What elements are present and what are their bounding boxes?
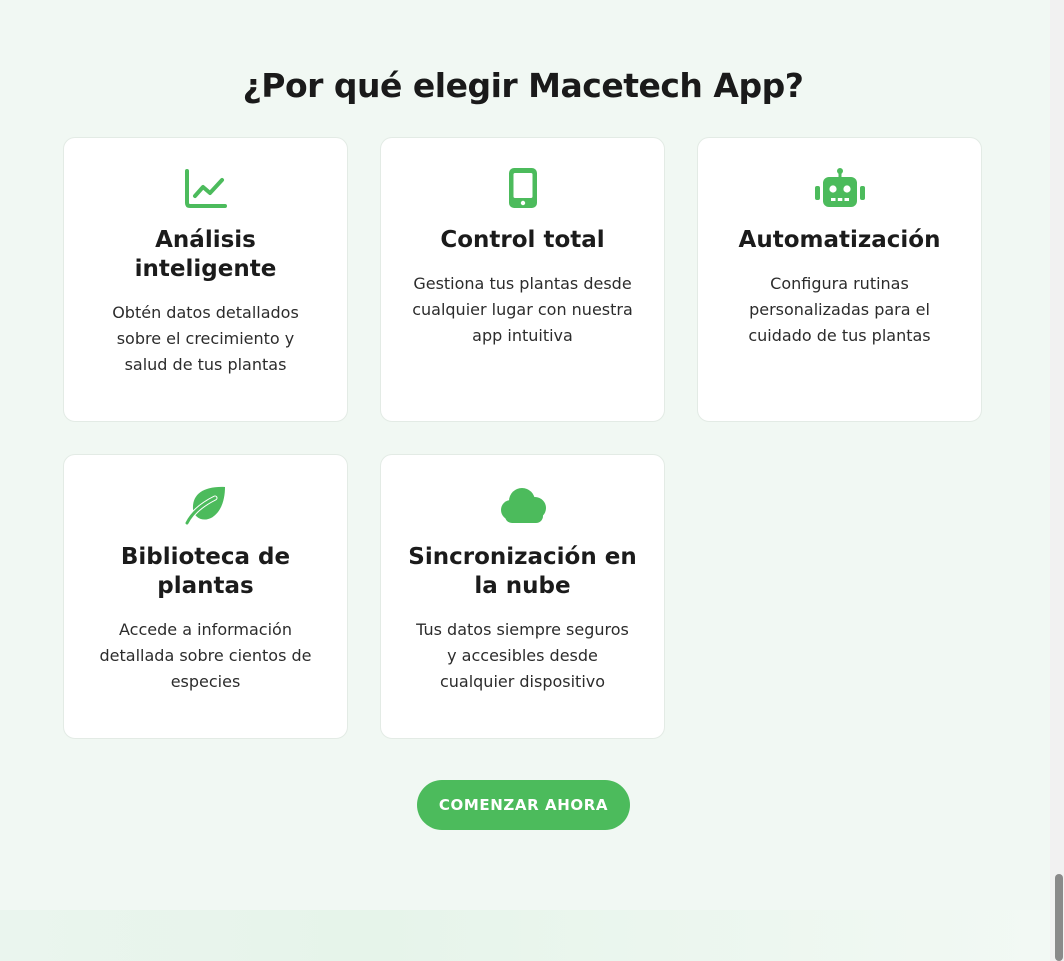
feature-title: Control total: [440, 227, 605, 253]
next-section-edge: [0, 910, 1050, 961]
feature-title: Análisis inteligente: [134, 227, 277, 282]
scrollbar-track[interactable]: [1050, 0, 1064, 961]
feature-description: Gestiona tus plantas desde cualquier lug…: [412, 274, 633, 345]
start-now-button[interactable]: COMENZAR AHORA: [417, 780, 630, 830]
feature-title: Biblioteca de plantas: [120, 544, 291, 599]
features-section: ¿Por qué elegir Macetech App? Análisis i…: [0, 0, 1050, 910]
feature-title: Sincronización en la nube: [408, 544, 637, 599]
chart-line-icon: [64, 166, 347, 210]
section-title: ¿Por qué elegir Macetech App?: [242, 66, 804, 105]
feature-description: Obtén datos detallados sobre el crecimie…: [112, 303, 299, 374]
feature-card-sincronizacion: Sincronización en la nube Tus datos siem…: [380, 454, 665, 739]
scrollbar-thumb[interactable]: [1055, 874, 1063, 961]
leaf-icon: [64, 483, 347, 527]
cloud-icon: [381, 483, 664, 527]
feature-card-analisis: Análisis inteligente Obtén datos detalla…: [63, 137, 348, 422]
feature-description: Accede a información detallada sobre cie…: [99, 620, 312, 691]
robot-icon: [698, 166, 981, 210]
feature-card-control: Control total Gestiona tus plantas desde…: [380, 137, 665, 422]
feature-title: Automatización: [738, 227, 941, 253]
feature-description: Configura rutinas personalizadas para el…: [748, 274, 931, 345]
feature-description: Tus datos siempre seguros y accesibles d…: [416, 620, 629, 691]
feature-card-biblioteca: Biblioteca de plantas Accede a informaci…: [63, 454, 348, 739]
feature-card-automatizacion: Automatización Configura rutinas persona…: [697, 137, 982, 422]
mobile-phone-icon: [381, 166, 664, 210]
